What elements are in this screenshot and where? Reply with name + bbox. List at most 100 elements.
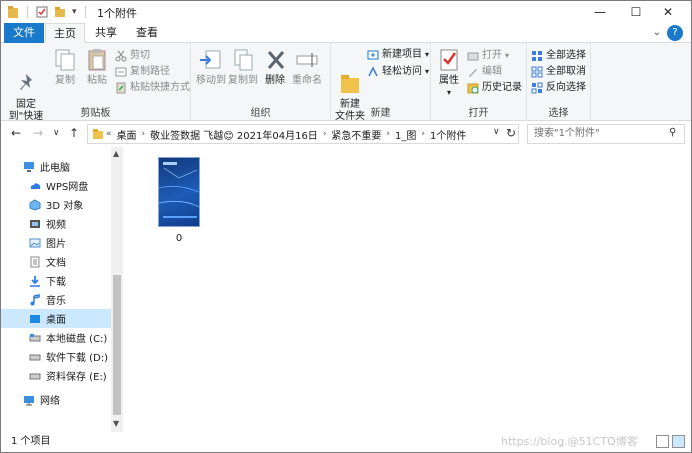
edit-button[interactable]: 编辑 [467,64,502,79]
paste-shortcut-label: 粘贴快捷方式 [130,82,190,93]
ribbon: 固定到"快速访问" 复制 粘贴 剪切 复制路径 [1,43,691,134]
nav-item-downloads[interactable]: 下载 [1,271,111,290]
delete-label: 删除 [265,75,285,86]
cut-button[interactable]: 剪切 [115,48,150,63]
breadcrumb[interactable]: 桌面 [114,127,140,142]
overflow-chevron-icon[interactable]: « [104,129,114,139]
rename-button[interactable]: 重命名 [291,47,323,87]
new-folder-icon[interactable] [54,6,66,18]
nav-item-pictures[interactable]: 图片 [1,233,111,252]
search-input[interactable]: 搜索"1个附件" [527,124,685,144]
recent-locations-icon[interactable]: ∨ [53,128,60,138]
nav-item-network[interactable]: 网络 [1,390,111,409]
nav-item-music[interactable]: 音乐 [1,290,111,309]
nav-item-label: 桌面 [46,315,66,326]
properties-button[interactable]: 属性 ▾ [435,47,463,99]
properties-icon[interactable] [36,6,48,18]
customize-dropdown-icon[interactable]: ▾ [72,7,77,17]
breadcrumb[interactable]: 紧急不重要 [328,127,384,142]
easy-access-button[interactable]: 轻松访问 ▾ [367,64,429,79]
documents-icon [29,256,41,268]
copy-to-icon [230,47,256,73]
scroll-down-icon[interactable]: ▼ [113,419,119,428]
copy-path-button[interactable]: 复制路径 [115,64,170,79]
history-label: 历史记录 [482,82,522,93]
back-arrow-icon[interactable]: ← [11,126,21,140]
history-button[interactable]: 历史记录 [467,80,522,95]
breadcrumb-separator-icon[interactable]: › [140,129,148,139]
nav-item-desktop[interactable]: 桌面 [1,309,111,328]
nav-item-3d-objects[interactable]: 3D 对象 [1,195,111,214]
tab-home[interactable]: 主页 [45,23,85,43]
watermark: https://blog.@51CTO博客 [501,435,638,448]
breadcrumb[interactable]: 1_图 [392,127,419,142]
breadcrumb-separator-icon[interactable]: › [419,129,427,139]
help-icon[interactable]: ? [667,25,683,41]
nav-item-wps-cloud[interactable]: WPS网盘 [1,176,111,195]
select-all-icon [531,50,543,62]
address-bar[interactable]: « 桌面 › 敬业签数据 飞越😊 2021年04月16日 › 紧急不重要 › 1… [87,124,519,144]
forward-arrow-icon[interactable]: → [33,126,43,140]
download-icon [29,275,41,287]
open-button[interactable]: 打开 ▾ [467,48,509,63]
nav-scrollbar[interactable]: ▲ ▼ [111,147,123,432]
rename-label: 重命名 [292,75,322,86]
chevron-down-icon: ▾ [505,51,510,60]
details-view-icon[interactable] [656,435,669,448]
folder-icon [8,6,18,18]
tab-file[interactable]: 文件 [4,23,44,43]
select-none-button[interactable]: 全部取消 [531,64,586,79]
nav-item-label: WPS网盘 [46,182,89,193]
scroll-up-icon[interactable]: ▲ [113,149,119,158]
pc-icon [23,161,35,173]
organize-group: 移动到 复制到 删除 重命名 组织 [191,43,331,121]
large-icons-view-icon[interactable] [672,435,685,448]
nav-item-documents[interactable]: 文档 [1,252,111,271]
invert-selection-label: 反向选择 [546,82,586,93]
nav-item-label: 资料保存 (E:) [46,372,107,383]
new-item-label: 新建项目 [382,49,422,60]
nav-item-drive-c[interactable]: 本地磁盘 (C:) [1,328,111,347]
breadcrumb-separator-icon[interactable]: › [321,129,329,139]
address-dropdown-icon[interactable]: ∨ [493,127,500,137]
nav-item-label: 下载 [46,277,66,288]
new-group-label: 新建 [370,108,391,119]
scissors-icon [115,50,127,62]
select-all-button[interactable]: 全部选择 [531,48,586,63]
video-icon [29,218,41,230]
delete-button[interactable]: 删除 [263,47,287,87]
close-button[interactable]: ✕ [645,1,691,23]
breadcrumb[interactable]: 1个附件 [427,127,469,142]
invert-selection-button[interactable]: 反向选择 [531,80,586,95]
paste-button[interactable]: 粘贴 [83,47,111,87]
open-group-label: 打开 [468,108,489,119]
copy-to-button[interactable]: 复制到 [227,47,259,87]
paste-shortcut-button[interactable]: 粘贴快捷方式 [115,80,190,95]
ribbon-collapse-icon[interactable]: ⌄ [653,27,661,38]
copy-button[interactable]: 复制 [51,47,79,87]
folder-icon [337,59,363,93]
nav-item-label: 3D 对象 [46,201,84,212]
paste-shortcut-icon [115,82,127,94]
breadcrumb[interactable]: 敬业签数据 飞越😊 2021年04月16日 [147,127,321,142]
breadcrumb-separator-icon[interactable]: › [384,129,392,139]
drive-icon [29,332,41,344]
scrollbar-thumb[interactable] [113,275,121,415]
select-none-label: 全部取消 [546,66,586,77]
cloud-icon [29,180,41,192]
refresh-icon[interactable]: ↻ [506,126,516,140]
nav-item-drive-e[interactable]: 资料保存 (E:) [1,366,111,385]
nav-item-videos[interactable]: 视频 [1,214,111,233]
new-item-button[interactable]: 新建项目 ▾ [367,47,429,62]
move-to-button[interactable]: 移动到 [195,47,227,87]
tab-view[interactable]: 查看 [127,23,167,43]
search-icon[interactable]: ⚲ [669,127,676,138]
chevron-down-icon: ▾ [446,88,451,97]
tab-share[interactable]: 共享 [87,23,125,43]
nav-item-this-pc[interactable]: 此电脑 [1,157,111,176]
select-all-label: 全部选择 [546,50,586,61]
pin-icon [13,59,39,90]
file-item[interactable]: 0 [149,155,209,245]
nav-item-drive-d[interactable]: 软件下载 (D:) [1,347,111,366]
up-arrow-icon[interactable]: ↑ [69,126,79,140]
